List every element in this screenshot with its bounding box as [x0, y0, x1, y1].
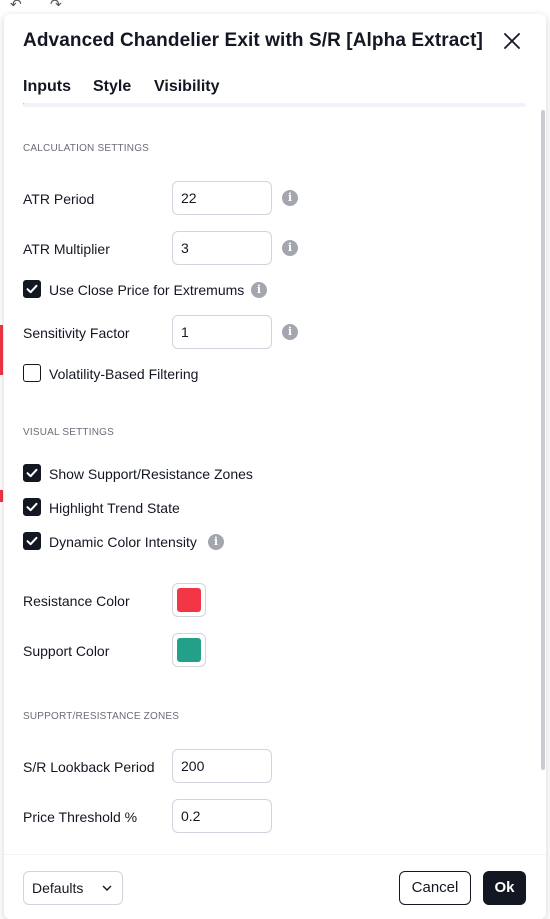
ok-button[interactable]: Ok	[483, 871, 526, 905]
atr-multiplier-label: ATR Multiplier	[23, 241, 110, 257]
checkmark-icon	[26, 536, 38, 546]
atr-period-label: ATR Period	[23, 191, 95, 207]
dynamic-color-checkbox[interactable]	[23, 532, 41, 550]
chevron-down-icon	[102, 885, 112, 891]
show-sr-zones-label[interactable]: Show Support/Resistance Zones	[49, 466, 253, 482]
redo-icon: ↷	[50, 0, 62, 12]
defaults-dropdown[interactable]: Defaults	[23, 871, 123, 905]
close-button[interactable]	[500, 29, 524, 53]
undo-icon: ↶	[10, 0, 22, 12]
cancel-button[interactable]: Cancel	[399, 871, 471, 905]
resistance-color-swatch	[177, 588, 201, 612]
info-icon[interactable]: i	[282, 190, 298, 206]
sensitivity-factor-label: Sensitivity Factor	[23, 325, 130, 341]
dialog-title: Advanced Chandelier Exit with S/R [Alpha…	[23, 30, 483, 51]
use-close-price-label[interactable]: Use Close Price for Extremums	[49, 282, 244, 298]
info-icon[interactable]: i	[208, 534, 224, 550]
background-chart-mark	[0, 490, 3, 502]
checkmark-icon	[26, 502, 38, 512]
atr-period-input[interactable]: 22	[172, 181, 272, 215]
support-color-label: Support Color	[23, 643, 110, 659]
info-icon[interactable]: i	[282, 240, 298, 256]
dialog-header: Advanced Chandelier Exit with S/R [Alpha…	[4, 14, 546, 70]
resistance-color-label: Resistance Color	[23, 593, 130, 609]
defaults-label: Defaults	[32, 880, 84, 896]
volatility-filtering-checkbox[interactable]	[23, 364, 41, 382]
section-calculation-settings: CALCULATION SETTINGS	[23, 143, 150, 154]
tab-inputs[interactable]: Inputs	[23, 78, 71, 96]
tab-visibility[interactable]: Visibility	[154, 78, 220, 96]
sr-lookback-input[interactable]: 200	[172, 749, 272, 783]
price-threshold-label: Price Threshold %	[23, 809, 138, 825]
close-icon	[504, 33, 520, 49]
section-visual-settings: VISUAL SETTINGS	[23, 427, 114, 438]
dialog-footer: Defaults Cancel Ok	[4, 854, 546, 919]
dynamic-color-label[interactable]: Dynamic Color Intensity	[49, 534, 197, 550]
atr-multiplier-input[interactable]: 3	[172, 231, 272, 265]
volatility-filtering-label[interactable]: Volatility-Based Filtering	[49, 366, 198, 382]
use-close-price-checkbox[interactable]	[23, 280, 41, 298]
highlight-trend-label[interactable]: Highlight Trend State	[49, 500, 180, 516]
resistance-color-picker[interactable]	[172, 583, 206, 617]
price-threshold-input[interactable]: 0.2	[172, 799, 272, 833]
highlight-trend-checkbox[interactable]	[23, 498, 41, 516]
checkmark-icon	[26, 284, 38, 294]
inputs-panel: CALCULATION SETTINGS ATR Period 22 i ATR…	[4, 107, 546, 847]
support-color-swatch	[177, 638, 201, 662]
background-chart-mark	[0, 325, 3, 375]
sensitivity-factor-input[interactable]: 1	[172, 315, 272, 349]
info-icon[interactable]: i	[282, 324, 298, 340]
checkmark-icon	[26, 468, 38, 478]
info-icon[interactable]: i	[251, 282, 267, 298]
tab-style[interactable]: Style	[93, 78, 131, 96]
show-sr-zones-checkbox[interactable]	[23, 464, 41, 482]
sr-lookback-label: S/R Lookback Period	[23, 759, 155, 775]
section-sr-zones: SUPPORT/RESISTANCE ZONES	[23, 711, 180, 722]
indicator-settings-dialog: Advanced Chandelier Exit with S/R [Alpha…	[4, 14, 546, 919]
support-color-picker[interactable]	[172, 633, 206, 667]
